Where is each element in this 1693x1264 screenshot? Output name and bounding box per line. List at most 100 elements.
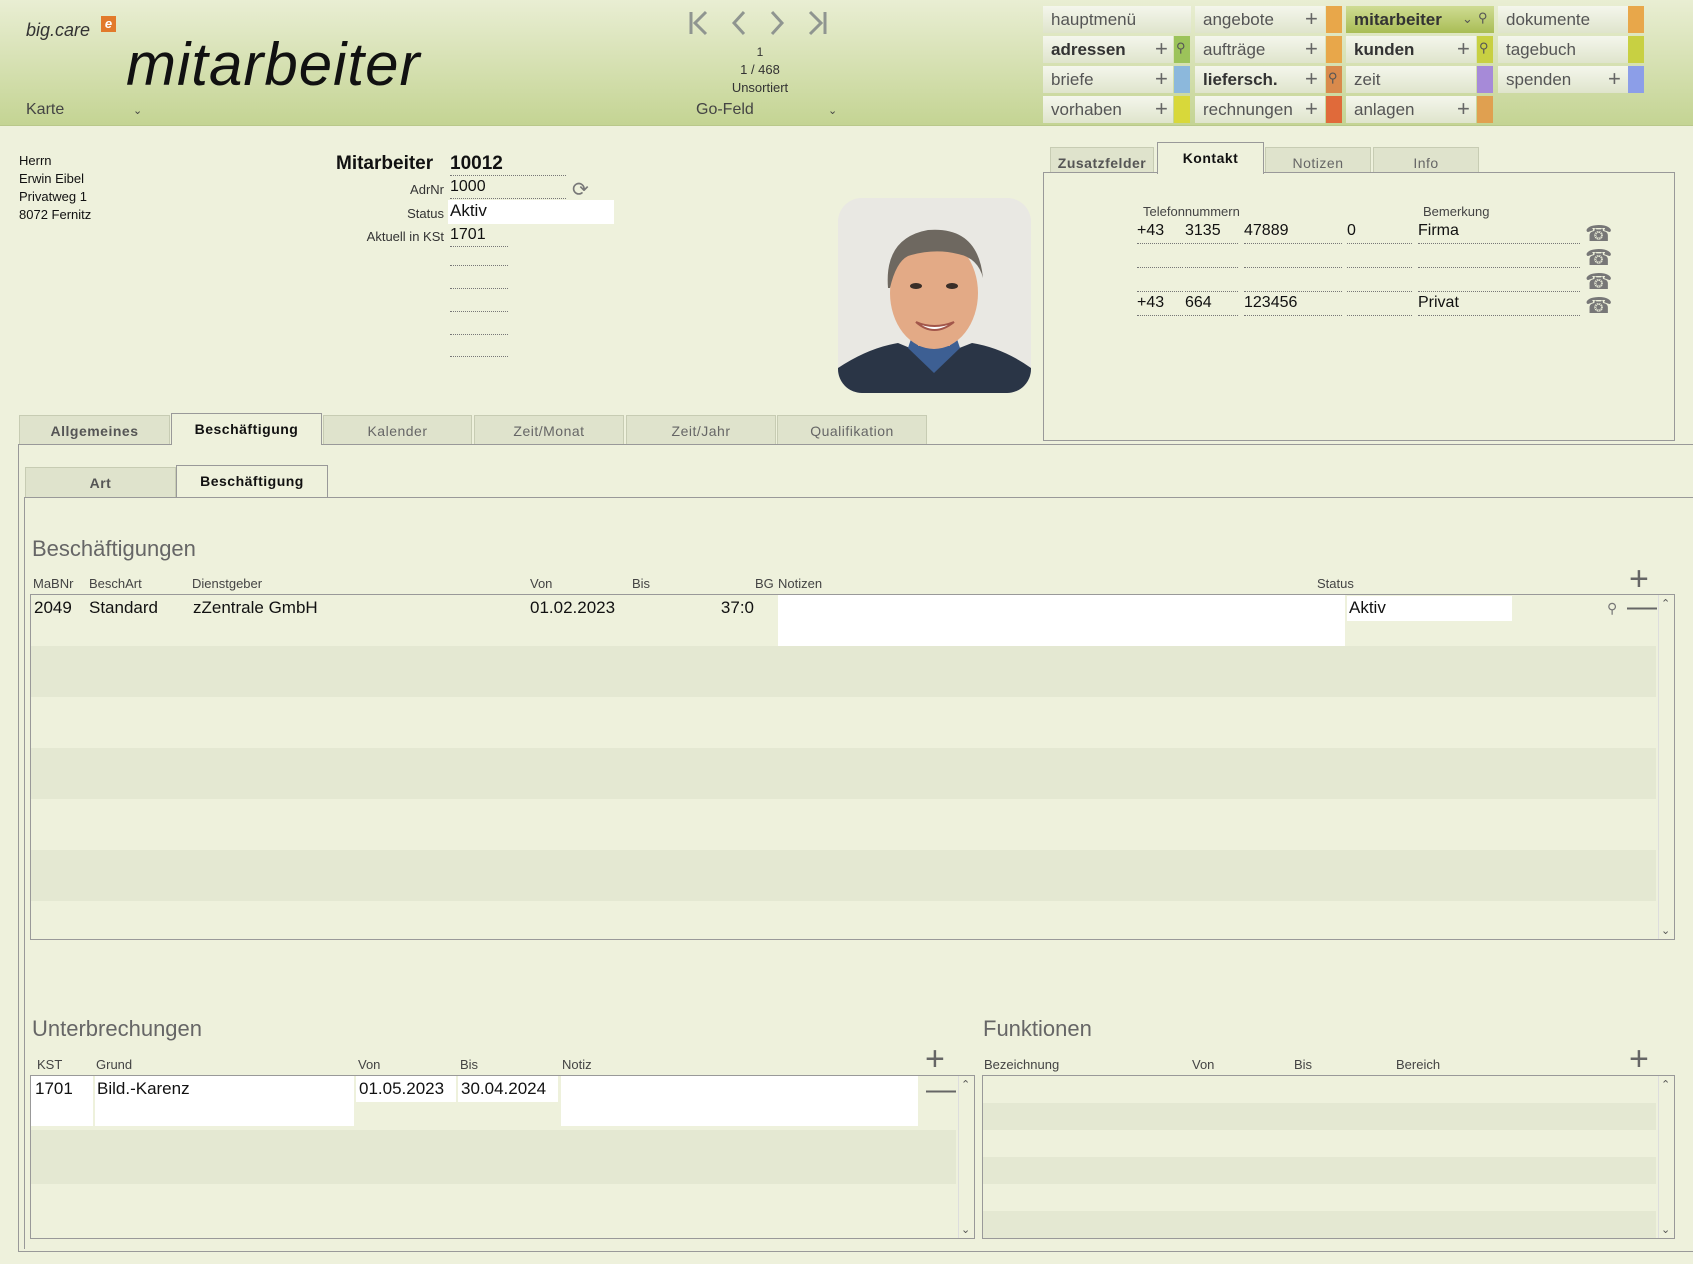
phone-call-icon[interactable]: ☎: [1585, 269, 1612, 295]
add-angebot-icon[interactable]: +: [1305, 7, 1318, 31]
phone-call-icon[interactable]: ☎: [1585, 245, 1612, 271]
scroll-down-icon[interactable]: ⌄: [1661, 1223, 1670, 1236]
refresh-icon[interactable]: ⟳: [572, 177, 589, 202]
remove-row-button[interactable]: —: [926, 1076, 956, 1105]
menu-adressen[interactable]: adressen: [1043, 36, 1173, 63]
phone-remark-field[interactable]: [1418, 246, 1580, 268]
add-function-button[interactable]: +: [1629, 1042, 1649, 1076]
cell-status[interactable]: Aktiv: [1349, 598, 1386, 618]
add-rechnung-icon[interactable]: +: [1305, 97, 1318, 121]
table-row[interactable]: 1701 Bild.-Karenz 01.05.2023 30.04.2024 …: [31, 1076, 956, 1130]
first-record-icon[interactable]: [688, 8, 710, 47]
table-row: [983, 1103, 1656, 1130]
scroll-up-icon[interactable]: ⌃: [1661, 597, 1670, 610]
menu-spenden-swatch: [1628, 66, 1644, 93]
table-row: [983, 1076, 1656, 1103]
add-vorhaben-icon[interactable]: +: [1155, 97, 1168, 121]
menu-tagebuch[interactable]: tagebuch: [1498, 36, 1628, 63]
phone-area-field[interactable]: 664: [1185, 294, 1238, 316]
tab-allgemeines[interactable]: Allgemeines: [19, 415, 170, 445]
notiz-field[interactable]: [561, 1076, 918, 1126]
go-field-select[interactable]: Go-Feld: [696, 101, 754, 119]
phone-number-field[interactable]: 123456: [1244, 294, 1342, 316]
tab-kalender[interactable]: Kalender: [323, 415, 472, 445]
phone-number-field[interactable]: [1244, 270, 1342, 292]
table-row[interactable]: 2049 Standard zZentrale GmbH 01.02.2023 …: [31, 595, 1657, 646]
view-select[interactable]: Karte: [26, 101, 64, 119]
previous-record-icon[interactable]: [730, 8, 748, 47]
phone-call-icon[interactable]: ☎: [1585, 293, 1612, 319]
phone-ext-field[interactable]: [1347, 270, 1412, 292]
phone-ext-field[interactable]: [1347, 294, 1412, 316]
tab-art[interactable]: Art: [25, 467, 176, 497]
scrollbar[interactable]: ⌃ ⌄: [1658, 1076, 1674, 1238]
adrnr-field[interactable]: 1000: [450, 178, 566, 199]
tab-beschaeftigung[interactable]: Beschäftigung: [171, 413, 322, 445]
add-spende-icon[interactable]: +: [1608, 67, 1621, 91]
empty-field[interactable]: [450, 265, 508, 266]
phone-area-field[interactable]: [1185, 246, 1238, 268]
subtab-beschaeftigung[interactable]: Beschäftigung: [176, 465, 328, 497]
add-kunde-icon[interactable]: +: [1457, 37, 1470, 61]
next-record-icon[interactable]: [768, 8, 786, 47]
phone-number-field[interactable]: 47889: [1244, 222, 1342, 244]
phone-remark-field[interactable]: Privat: [1418, 294, 1580, 316]
tab-kontakt[interactable]: Kontakt: [1157, 142, 1264, 174]
menu-zeit[interactable]: zeit: [1346, 66, 1476, 93]
phone-area-field[interactable]: [1185, 270, 1238, 292]
remove-row-button[interactable]: —: [1627, 595, 1657, 622]
add-lieferschein-icon[interactable]: +: [1305, 67, 1318, 91]
record-number: 1: [756, 45, 764, 59]
chevron-down-icon[interactable]: ⌄: [1462, 11, 1473, 27]
employee-photo[interactable]: [838, 198, 1031, 393]
search-icon[interactable]: ⚲: [1478, 10, 1488, 26]
scroll-up-icon[interactable]: ⌃: [961, 1078, 970, 1091]
chevron-down-icon[interactable]: ⌄: [133, 104, 142, 117]
notes-field[interactable]: [778, 595, 1345, 646]
phone-ext-field[interactable]: [1347, 246, 1412, 268]
phone-cc-field[interactable]: +43: [1137, 294, 1183, 316]
empty-field[interactable]: [450, 356, 508, 357]
phone-cc-field[interactable]: [1137, 246, 1183, 268]
chevron-down-icon[interactable]: ⌄: [828, 104, 837, 117]
add-employment-button[interactable]: +: [1629, 562, 1649, 596]
phone-cc-field[interactable]: [1137, 270, 1183, 292]
phone-number-field[interactable]: [1244, 246, 1342, 268]
add-anlage-icon[interactable]: +: [1457, 97, 1470, 121]
employments-title: Beschäftigungen: [32, 536, 196, 561]
menu-briefe[interactable]: briefe: [1043, 66, 1173, 93]
phone-remark-field[interactable]: Firma: [1418, 222, 1580, 244]
add-interruption-button[interactable]: +: [925, 1042, 945, 1076]
menu-dokumente[interactable]: dokumente: [1498, 6, 1628, 33]
search-icon[interactable]: ⚲: [1479, 40, 1489, 56]
scroll-up-icon[interactable]: ⌃: [1661, 1078, 1670, 1091]
scrollbar[interactable]: ⌃ ⌄: [958, 1076, 974, 1238]
phone-cc-field[interactable]: +43: [1137, 222, 1183, 244]
status-field[interactable]: Aktiv: [448, 200, 614, 224]
phone-call-icon[interactable]: ☎: [1585, 221, 1612, 247]
phone-area-field[interactable]: 3135: [1185, 222, 1238, 244]
cell-dienstgeber: zZentrale GmbH: [193, 598, 318, 617]
add-brief-icon[interactable]: +: [1155, 67, 1168, 91]
search-icon[interactable]: ⚲: [1607, 600, 1617, 617]
empty-field[interactable]: [450, 288, 508, 289]
tab-qualifikation[interactable]: Qualifikation: [777, 415, 927, 445]
scroll-down-icon[interactable]: ⌄: [961, 1223, 970, 1236]
phone-ext-field[interactable]: 0: [1347, 222, 1412, 244]
employee-number-field[interactable]: 10012: [450, 153, 566, 176]
search-icon[interactable]: ⚲: [1176, 40, 1186, 56]
kst-field[interactable]: 1701: [450, 226, 508, 247]
last-record-icon[interactable]: [806, 8, 828, 47]
empty-field[interactable]: [450, 311, 508, 312]
tab-zeit-monat[interactable]: Zeit/Monat: [474, 415, 624, 445]
add-adresse-icon[interactable]: +: [1155, 37, 1168, 61]
search-icon[interactable]: ⚲: [1328, 70, 1338, 86]
scroll-down-icon[interactable]: ⌄: [1661, 924, 1670, 937]
add-auftrag-icon[interactable]: +: [1305, 37, 1318, 61]
empty-field[interactable]: [450, 334, 508, 335]
menu-vorhaben[interactable]: vorhaben: [1043, 96, 1173, 123]
phone-remark-field[interactable]: [1418, 270, 1580, 292]
tab-zeit-jahr[interactable]: Zeit/Jahr: [626, 415, 776, 445]
scrollbar[interactable]: ⌃ ⌄: [1658, 595, 1674, 939]
menu-hauptmenue[interactable]: hauptmenü: [1043, 6, 1191, 33]
